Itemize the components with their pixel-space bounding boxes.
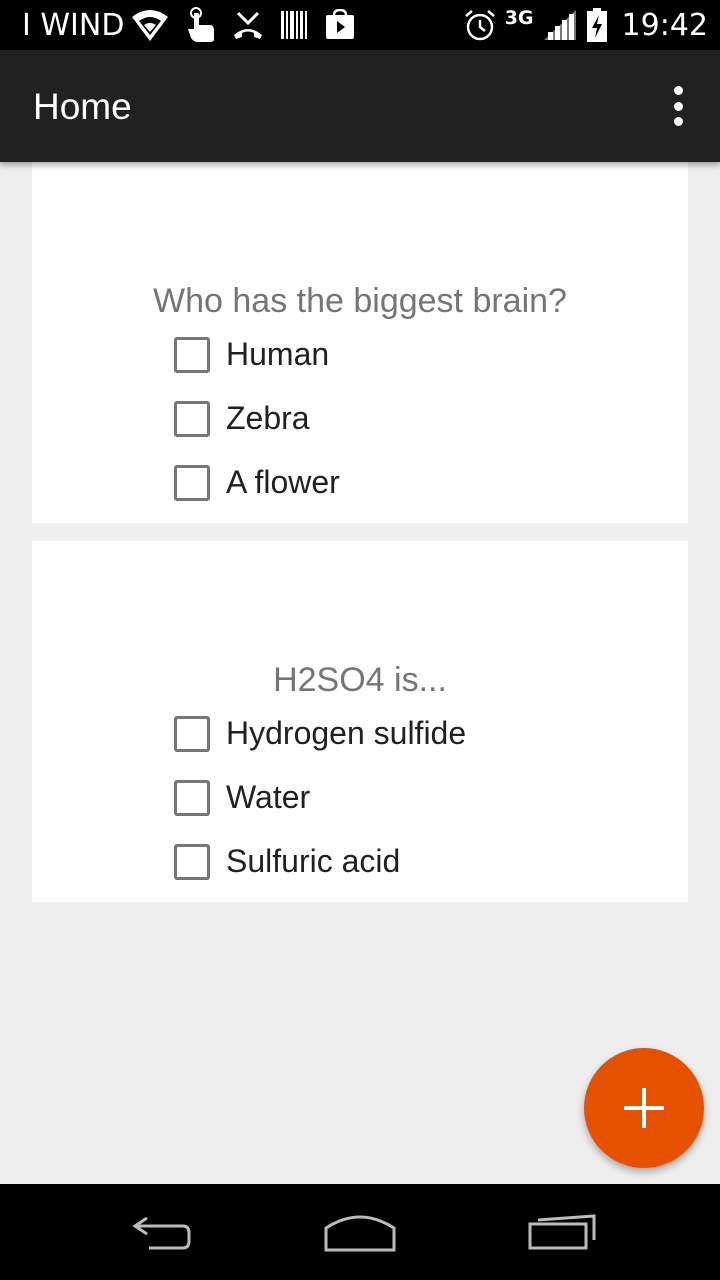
option-label: Sulfuric acid (226, 843, 401, 879)
missed-call-icon (232, 9, 264, 41)
home-button[interactable] (310, 1202, 410, 1262)
status-bar: I WIND 3G 19:42 (0, 0, 720, 50)
add-question-button[interactable] (584, 1048, 704, 1168)
touch-icon (186, 7, 216, 43)
answer-option[interactable]: Hydrogen sulfide (174, 715, 466, 752)
option-label: Hydrogen sulfide (226, 715, 467, 751)
answer-option[interactable]: A flower (174, 464, 340, 501)
clock: 19:42 (621, 7, 708, 43)
checkbox[interactable] (174, 779, 210, 816)
page-title: Home (33, 86, 132, 127)
option-label: Human (226, 336, 330, 372)
back-button[interactable] (110, 1202, 210, 1262)
question-card: Who has the biggest brain? Human Zebra A… (32, 162, 688, 523)
option-label: Zebra (226, 400, 310, 436)
recents-button[interactable] (512, 1202, 612, 1262)
navigation-bar (0, 1184, 720, 1280)
network-type: 3G (504, 7, 534, 29)
checkbox[interactable] (174, 715, 210, 752)
back-icon (132, 1216, 191, 1250)
option-label: A flower (226, 464, 340, 500)
more-vert-icon[interactable] (666, 86, 690, 126)
checkbox[interactable] (174, 464, 210, 501)
checkbox[interactable] (174, 400, 210, 437)
question-text: H2SO4 is... (273, 661, 447, 699)
app-bar: Home (0, 50, 720, 162)
answer-option[interactable]: Zebra (174, 400, 310, 437)
plus-icon (624, 1088, 664, 1128)
carrier-name: I WIND (22, 7, 125, 43)
signal-icon (542, 8, 578, 42)
battery-charging-icon (586, 7, 608, 43)
option-label: Water (226, 779, 311, 815)
answer-option[interactable]: Human (174, 336, 329, 373)
checkbox[interactable] (174, 336, 210, 373)
play-store-icon (324, 9, 356, 41)
answer-option[interactable]: Water (174, 779, 310, 816)
question-card: H2SO4 is... Hydrogen sulfide Water Sulfu… (32, 541, 688, 902)
wifi-icon (130, 7, 170, 43)
recents-icon (528, 1214, 596, 1250)
question-text: Who has the biggest brain? (153, 282, 567, 320)
checkbox[interactable] (174, 843, 210, 880)
home-icon (324, 1215, 396, 1252)
answer-option[interactable]: Sulfuric acid (174, 843, 400, 880)
barcode-icon (280, 9, 308, 41)
alarm-icon (463, 8, 497, 42)
